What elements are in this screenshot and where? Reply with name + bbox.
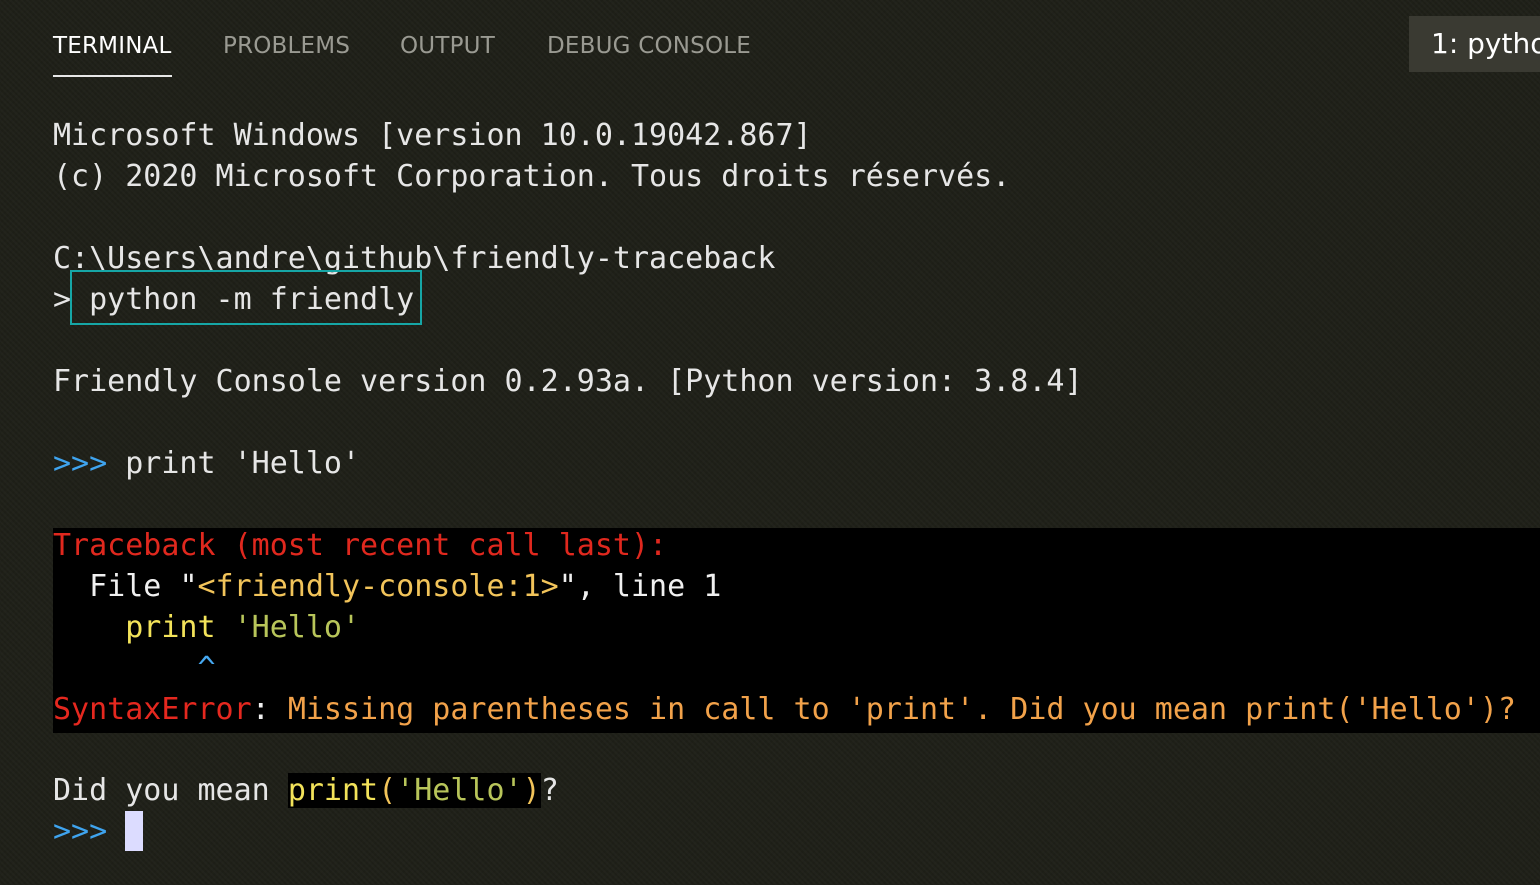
traceback-block: Traceback (most recent call last): File … [53, 528, 1540, 733]
traceback-code-line: print 'Hello' [53, 607, 360, 648]
traceback-file-sep: , [576, 569, 613, 604]
command-highlight-box [70, 270, 422, 325]
terminal-panel: TERMINAL PROBLEMS OUTPUT DEBUG CONSOLE 1… [0, 0, 1540, 885]
traceback-file-quote-open: " [179, 569, 198, 604]
user-input-text: print 'Hello' [125, 446, 361, 481]
error-message: Missing parentheses in call to 'print'. … [287, 692, 1516, 727]
traceback-caret: ^ [53, 651, 216, 686]
traceback-file-name: <friendly-console:1> [197, 569, 559, 604]
hint-code-close: ) [522, 773, 541, 808]
repl-prompt: >>> [53, 446, 108, 481]
text-cursor [125, 811, 144, 851]
terminal-output[interactable]: Microsoft Windows [version 10.0.19042.86… [0, 0, 1540, 885]
hint-code: print('Hello') [287, 773, 541, 808]
traceback-code-string: 'Hello' [233, 610, 361, 645]
hint-code-string: 'Hello' [396, 773, 523, 808]
friendly-banner-line: Friendly Console version 0.2.93a. [Pytho… [53, 364, 1083, 399]
windows-version-line: Microsoft Windows [version 10.0.19042.86… [53, 118, 812, 153]
traceback-file-prefix: File [53, 569, 180, 604]
shell-prompt: > [53, 282, 72, 317]
traceback-header: Traceback (most recent call last): [53, 528, 668, 563]
traceback-line-info: line 1 [612, 569, 722, 604]
hint-prefix: Did you mean [53, 773, 288, 808]
hint-code-func: print [287, 773, 379, 808]
traceback-code-space [216, 610, 234, 645]
error-type: SyntaxError [53, 692, 252, 727]
traceback-code-indent [53, 610, 125, 645]
hint-line: Did you mean print('Hello')? [53, 770, 559, 811]
traceback-file-line: File "<friendly-console:1>", line 1 [53, 566, 721, 607]
hint-suffix: ? [540, 773, 559, 808]
final-prompt-line[interactable]: >>> [53, 811, 144, 852]
error-colon: : [251, 692, 288, 727]
copyright-line: (c) 2020 Microsoft Corporation. Tous dro… [53, 159, 1011, 194]
final-repl-prompt: >>> [53, 814, 108, 849]
traceback-error-line: SyntaxError: Missing parentheses in call… [53, 689, 1516, 730]
traceback-code-keyword: print [125, 610, 216, 645]
hint-code-open: ( [378, 773, 397, 808]
traceback-file-quote-close: " [558, 569, 577, 604]
repl-input-line: >>> print 'Hello' [53, 443, 360, 484]
